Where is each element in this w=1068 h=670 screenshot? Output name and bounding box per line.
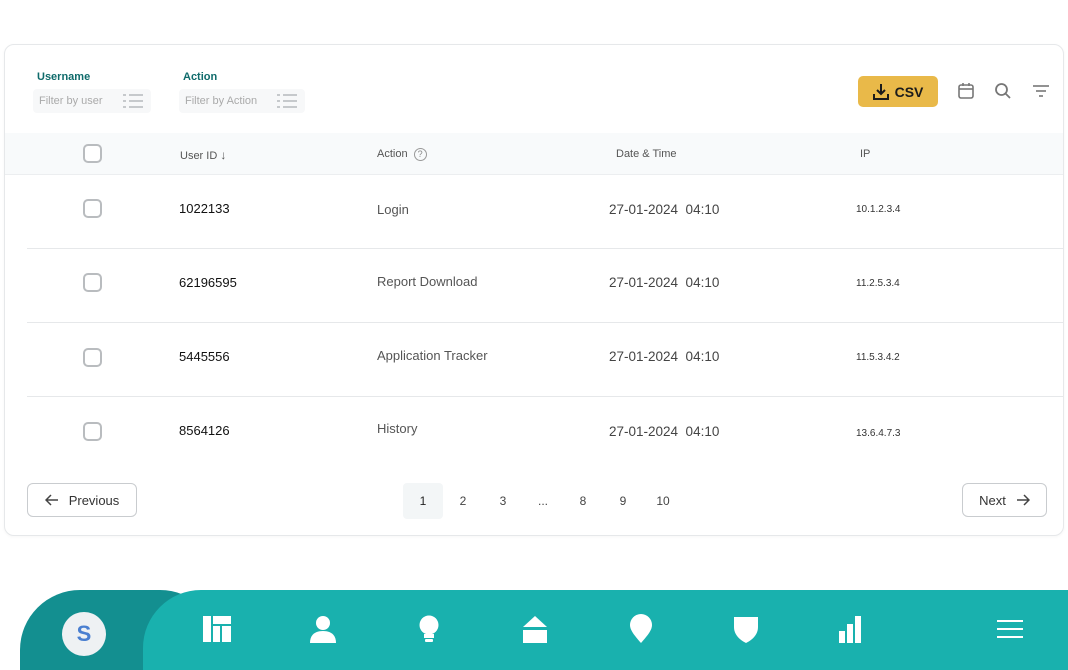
row-ip: 11.2.5.3.4	[856, 278, 900, 289]
page-button[interactable]: 2	[443, 483, 483, 519]
column-header-label: User ID	[180, 150, 218, 162]
table-row: 5445556 Application Tracker 27-01-2024 0…	[5, 323, 1063, 397]
username-filter-label: Username	[37, 71, 91, 83]
page-button[interactable]: 10	[643, 483, 683, 519]
row-user-id: 62196595	[179, 275, 237, 290]
dashboard-icon[interactable]	[202, 614, 232, 644]
row-action: History	[377, 421, 418, 436]
column-header-datetime: Date & Time	[616, 148, 677, 160]
row-datetime: 27-01-2024 04:10	[609, 275, 720, 290]
row-checkbox[interactable]	[83, 422, 102, 441]
page-button[interactable]: 8	[563, 483, 603, 519]
page-button[interactable]: 1	[403, 483, 443, 519]
row-checkbox[interactable]	[83, 348, 102, 367]
page-ellipsis: ...	[537, 494, 548, 508]
row-action: Login	[377, 202, 409, 217]
filter-icon[interactable]	[1031, 81, 1051, 101]
row-checkbox[interactable]	[83, 273, 102, 292]
next-button[interactable]: Next	[962, 483, 1047, 517]
audit-log-card: Username Action CSV	[4, 44, 1064, 536]
csv-button-label: CSV	[894, 83, 924, 100]
menu-icon[interactable]	[995, 614, 1025, 644]
column-header-user-id[interactable]: User ID ↓	[180, 148, 226, 162]
row-ip: 13.6.4.7.3	[856, 428, 901, 439]
bar-chart-icon[interactable]	[836, 614, 866, 644]
row-action: Application Tracker	[377, 348, 488, 363]
user-icon[interactable]	[308, 614, 338, 644]
action-filter-input[interactable]	[185, 95, 271, 107]
table-row: 62196595 Report Download 27-01-2024 04:1…	[5, 249, 1063, 323]
arrow-left-icon	[44, 494, 58, 506]
username-filter-input[interactable]	[39, 95, 119, 107]
row-user-id: 8564126	[179, 423, 230, 438]
action-filter-label: Action	[183, 71, 218, 83]
row-ip: 11.5.3.4.2	[856, 352, 900, 363]
table-header: User ID ↓ Action ? Date & Time IP	[5, 133, 1063, 175]
action-filter-box[interactable]	[179, 89, 305, 113]
avatar[interactable]: S	[62, 612, 106, 656]
action-filter: Action	[179, 71, 305, 113]
row-user-id: 5445556	[179, 349, 230, 364]
username-filter: Username	[33, 71, 151, 113]
home-icon[interactable]	[520, 614, 550, 644]
row-datetime: 27-01-2024 04:10	[609, 202, 720, 217]
list-icon[interactable]	[277, 94, 297, 108]
arrow-right-icon	[1016, 494, 1030, 506]
previous-button-label: Previous	[68, 492, 120, 508]
pagination: 1 2 3 ... 8 9 10	[403, 483, 683, 519]
row-datetime: 27-01-2024 04:10	[609, 424, 720, 439]
row-ip: 10.1.2.3.4	[856, 204, 901, 215]
search-icon[interactable]	[993, 81, 1013, 101]
page-button[interactable]: 3	[483, 483, 523, 519]
next-button-label: Next	[979, 492, 1006, 508]
column-header-action: Action ?	[377, 148, 427, 161]
column-header-ip: IP	[860, 148, 871, 160]
shield-icon[interactable]	[731, 614, 761, 644]
table-row: 8564126 History 27-01-2024 04:10 13.6.4.…	[5, 397, 1063, 471]
table-row: 1022133 Login 27-01-2024 04:10 10.1.2.3.…	[5, 175, 1063, 249]
row-datetime: 27-01-2024 04:10	[609, 349, 720, 364]
bulb-icon[interactable]	[414, 614, 444, 644]
row-checkbox[interactable]	[83, 199, 102, 218]
csv-download-button[interactable]: CSV	[858, 76, 938, 107]
column-header-label: Action	[377, 148, 408, 160]
help-icon[interactable]: ?	[413, 148, 427, 161]
list-icon[interactable]	[123, 94, 143, 108]
previous-button[interactable]: Previous	[27, 483, 137, 517]
row-user-id: 1022133	[179, 201, 230, 216]
select-all-checkbox[interactable]	[83, 144, 102, 163]
sort-down-icon: ↓	[220, 148, 227, 162]
location-icon[interactable]	[626, 614, 656, 644]
username-filter-box[interactable]	[33, 89, 151, 113]
bottom-nav-bar	[143, 590, 1068, 670]
calendar-icon[interactable]	[956, 81, 976, 101]
page-button[interactable]: 9	[603, 483, 643, 519]
download-icon	[872, 83, 889, 100]
row-action: Report Download	[377, 274, 478, 289]
